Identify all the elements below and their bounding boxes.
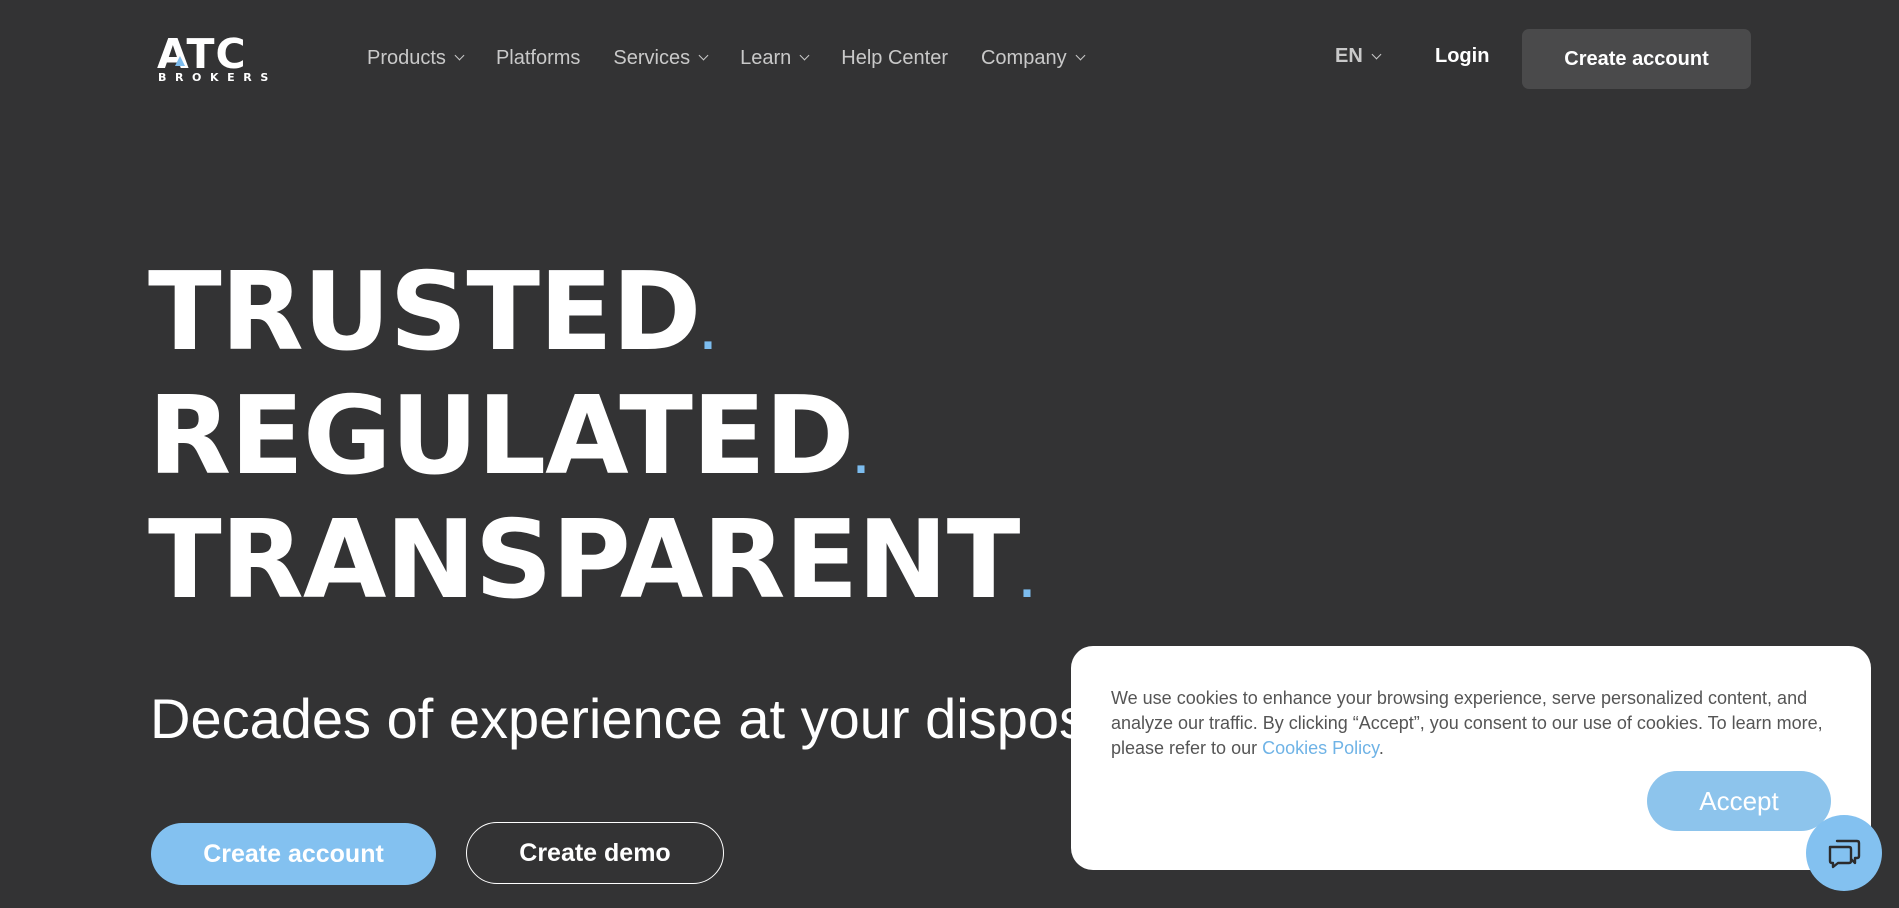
hero-word: TRUSTED	[148, 250, 701, 375]
accept-cookies-button[interactable]: Accept	[1647, 771, 1831, 831]
cookie-text-main: We use cookies to enhance your browsing …	[1111, 688, 1823, 758]
hero-headline-regulated: REGULATED.	[148, 382, 869, 515]
nav-label: Products	[367, 46, 446, 69]
nav-label: Company	[980, 46, 1067, 69]
nav-item-company[interactable]: Company	[980, 46, 1086, 70]
hero-word: REGULATED	[148, 374, 854, 499]
chevron-down-icon	[1371, 49, 1382, 59]
nav-item-products[interactable]: Products	[367, 46, 465, 70]
main-nav: Products Platforms Services Learn Help C…	[367, 40, 1117, 76]
hero-subtitle: Decades of experience at your disposal	[150, 687, 1131, 750]
nav-item-platforms[interactable]: Platforms	[496, 47, 580, 70]
chat-bubbles-icon[interactable]	[1806, 815, 1882, 891]
hero-create-account-button[interactable]: Create account	[151, 823, 436, 885]
nav-item-learn[interactable]: Learn	[740, 46, 810, 70]
login-link[interactable]: Login	[1435, 45, 1489, 68]
site-header: ATC BROKERS Products Platforms Services …	[0, 0, 1899, 116]
atc-brokers-logo[interactable]: ATC BROKERS	[157, 34, 283, 84]
nav-label: Help Center	[841, 46, 948, 69]
accent-dot: .	[700, 313, 716, 359]
cookie-text-end: .	[1378, 738, 1384, 758]
nav-item-services[interactable]: Services	[613, 46, 709, 70]
chat-bubbles-glyph	[1828, 839, 1861, 869]
hero-word: TRANSPARENT	[148, 498, 1020, 623]
chevron-down-icon	[454, 50, 465, 61]
hero-headline-transparent: TRANSPARENT.	[148, 506, 1035, 639]
accent-dot: .	[853, 437, 869, 483]
accent-dot: .	[1019, 561, 1035, 607]
hero-create-demo-button[interactable]: Create demo	[466, 822, 724, 884]
chevron-down-icon	[698, 50, 709, 61]
language-label: EN	[1335, 45, 1363, 67]
logo-wordmark: ATC	[157, 30, 247, 78]
cookie-banner: We use cookies to enhance your browsing …	[1071, 646, 1871, 870]
nav-label: Learn	[740, 46, 792, 69]
logo-triangle-icon	[175, 56, 185, 66]
header-create-account-button[interactable]: Create account	[1522, 29, 1751, 89]
language-selector[interactable]: EN	[1335, 45, 1382, 68]
chevron-down-icon	[799, 50, 810, 61]
chevron-down-icon	[1075, 50, 1086, 61]
cookies-policy-link[interactable]: Cookies Policy	[1262, 738, 1379, 758]
nav-item-help-center[interactable]: Help Center	[841, 47, 948, 70]
nav-label: Services	[613, 46, 691, 69]
hero-headline-trusted: TRUSTED.	[148, 258, 716, 391]
nav-label: Platforms	[495, 46, 581, 69]
cookie-message: We use cookies to enhance your browsing …	[1111, 686, 1841, 761]
logo-subtext: BROKERS	[158, 71, 277, 84]
page: ATC BROKERS Products Platforms Services …	[0, 0, 1899, 908]
